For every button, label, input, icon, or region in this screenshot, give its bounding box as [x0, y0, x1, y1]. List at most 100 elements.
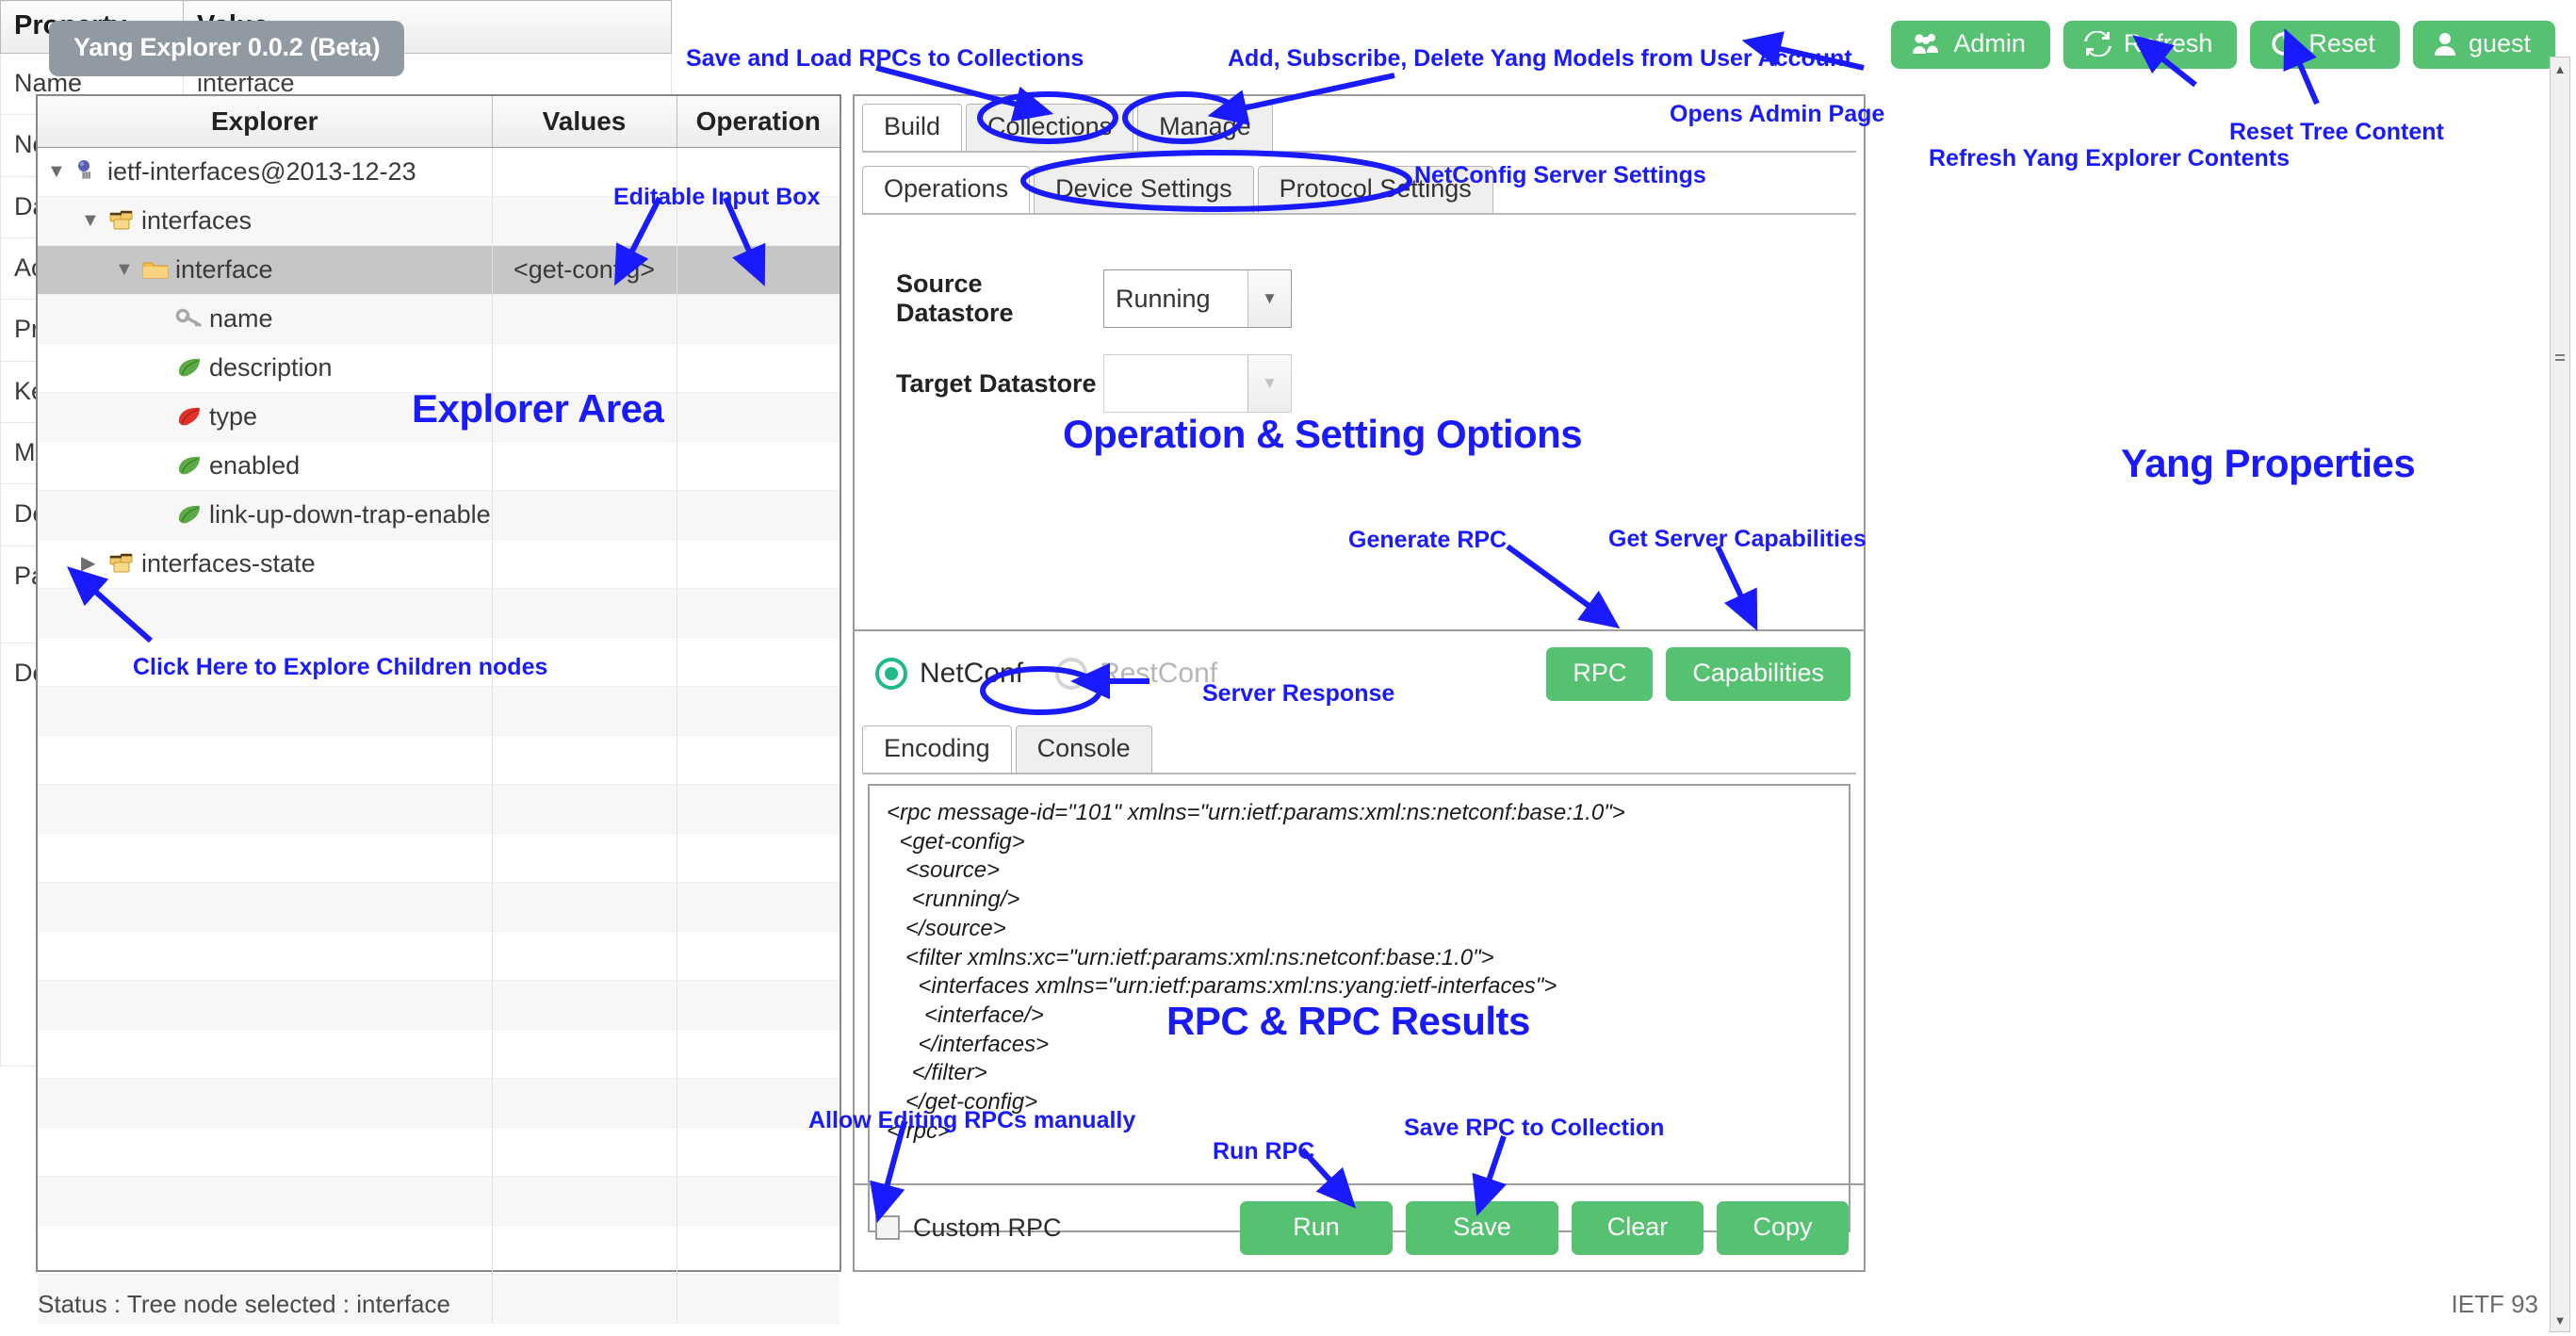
yang-explorer-app: Yang Explorer 0.0.2 (Beta) Admin Refresh…	[0, 0, 2576, 1336]
explorer-column-header[interactable]: Explorer	[38, 96, 493, 148]
tree-node-value[interactable]	[492, 343, 677, 393]
operation-column-header[interactable]: Operation	[677, 96, 840, 148]
rpc-button[interactable]: RPC	[1546, 646, 1654, 701]
scroll-thumb-grip[interactable]	[2555, 351, 2565, 364]
tree-node-interface[interactable]: interface <get-config>	[38, 245, 840, 295]
radio-restconf[interactable]: RestConf	[1055, 658, 1217, 690]
caret-down-icon[interactable]	[81, 211, 102, 230]
caret-down-icon[interactable]	[47, 162, 68, 181]
source-datastore-label: Source Datastore	[896, 269, 1014, 327]
tree-node-cell[interactable]: enabled	[38, 441, 493, 491]
tree-node-value[interactable]	[492, 490, 677, 540]
tree-node-operation[interactable]	[677, 294, 840, 344]
source-datastore-select[interactable]: Running ▼	[1103, 269, 1292, 328]
tab-encoding[interactable]: Encoding	[862, 725, 1012, 773]
reset-button[interactable]: Reset	[2250, 21, 2400, 69]
annotation-opens-admin-page: Opens Admin Page	[1670, 101, 1885, 127]
tab-device-settings[interactable]: Device Settings	[1034, 166, 1254, 213]
clear-button[interactable]: Clear	[1572, 1200, 1704, 1255]
tree-empty-cell	[677, 882, 840, 932]
tree-node-enabled[interactable]: enabled	[38, 441, 840, 491]
annotation-get-server-caps: Get Server Capabilities	[1608, 526, 1867, 552]
annotation-editable-input-box: Editable Input Box	[613, 184, 821, 210]
chevron-down-icon[interactable]: ▼	[1247, 355, 1291, 412]
tree-node-value[interactable]	[492, 539, 677, 589]
tree-empty-cell	[492, 1225, 677, 1275]
tree-empty-row	[38, 588, 840, 638]
admin-button-label: Admin	[1953, 29, 2026, 57]
tree-empty-row	[38, 1225, 840, 1275]
tree-empty-cell	[677, 1225, 840, 1275]
tree-empty-cell	[38, 686, 493, 736]
annotation-refresh-contents: Refresh Yang Explorer Contents	[1929, 145, 2290, 171]
tree-node-link-up-down-trap-enable[interactable]: link-up-down-trap-enable	[38, 490, 840, 540]
tree-node-label: enabled	[209, 450, 301, 480]
tree-empty-cell	[492, 735, 677, 785]
tree-node-operation[interactable]	[677, 343, 840, 393]
tree-node-name[interactable]: name	[38, 294, 840, 344]
tree-node-value[interactable]	[492, 441, 677, 491]
tree-empty-cell	[492, 882, 677, 932]
tree-node-cell[interactable]: ietf-interfaces@2013-12-23	[38, 147, 493, 197]
user-icon	[2434, 32, 2456, 56]
admin-button[interactable]: Admin	[1891, 21, 2050, 69]
tree-node-interfaces-state[interactable]: interfaces-state	[38, 539, 840, 589]
tree-node-cell[interactable]: name	[38, 294, 493, 344]
copy-button[interactable]: Copy	[1717, 1200, 1849, 1255]
tab-operations[interactable]: Operations	[862, 166, 1031, 213]
run-button[interactable]: Run	[1240, 1200, 1393, 1255]
tree-node-cell[interactable]: interface	[38, 245, 493, 295]
save-button[interactable]: Save	[1406, 1200, 1558, 1255]
tree-empty-cell	[677, 931, 840, 981]
tree-empty-cell	[492, 686, 677, 736]
custom-rpc-checkbox[interactable]	[875, 1215, 900, 1240]
target-datastore-select[interactable]: ▼	[1103, 354, 1292, 413]
tab-manage[interactable]: Manage	[1137, 104, 1273, 151]
radio-unselected-icon	[1055, 658, 1088, 690]
reset-icon	[2271, 31, 2296, 57]
status-text: Status : Tree node selected : interface	[38, 1289, 450, 1318]
tree-node-operation[interactable]	[677, 539, 840, 589]
tree-node-cell[interactable]: interfaces-state	[38, 539, 493, 589]
annotation-yang-properties: Yang Properties	[2121, 441, 2416, 485]
annotation-reset-tree-content: Reset Tree Content	[2229, 119, 2444, 145]
tab-console[interactable]: Console	[1015, 725, 1152, 773]
tree-node-value[interactable]: <get-config>	[492, 245, 677, 295]
caret-right-icon[interactable]	[81, 554, 102, 573]
console-tabs: Encoding Console	[855, 716, 1864, 773]
tree-node-operation[interactable]	[677, 441, 840, 491]
tree-node-cell[interactable]: description	[38, 343, 493, 393]
capabilities-button[interactable]: Capabilities	[1666, 646, 1850, 701]
tab-build[interactable]: Build	[862, 104, 963, 151]
tree-node-operation[interactable]	[677, 490, 840, 540]
user-button[interactable]: guest	[2412, 21, 2555, 69]
tree-empty-cell	[677, 686, 840, 736]
reset-button-label: Reset	[2308, 29, 2375, 57]
properties-scrollbar[interactable]: ▲ ▼	[2550, 57, 2570, 1332]
tree-node-value[interactable]	[492, 294, 677, 344]
annotation-add-subscribe-delete: Add, Subscribe, Delete Yang Models from …	[1228, 45, 1852, 72]
status-bar: Status : Tree node selected : interface …	[0, 1278, 2576, 1330]
custom-rpc-label: Custom RPC	[913, 1213, 1062, 1242]
refresh-button[interactable]: Refresh	[2062, 21, 2238, 69]
tree-empty-cell	[492, 1078, 677, 1128]
explorer-panel: Explorer Values Operation ietf-interface…	[36, 94, 841, 1324]
tree-node-cell[interactable]: link-up-down-trap-enable	[38, 490, 493, 540]
tree-empty-cell	[38, 980, 493, 1030]
user-button-label: guest	[2468, 29, 2531, 57]
tree-empty-cell	[38, 588, 493, 638]
radio-netconf[interactable]: NetConf	[875, 658, 1023, 690]
container-icon	[107, 551, 136, 576]
tree-empty-row	[38, 1127, 840, 1177]
sub-tabs: Operations Device Settings Protocol Sett…	[855, 153, 1864, 213]
tree-node-operation[interactable]	[677, 245, 840, 295]
caret-down-icon[interactable]	[115, 260, 136, 279]
tree-node-cell[interactable]: interfaces	[38, 196, 493, 246]
tree-node-description[interactable]: description	[38, 343, 840, 393]
chevron-down-icon[interactable]: ▼	[1247, 270, 1291, 327]
tab-collections[interactable]: Collections	[966, 104, 1134, 151]
scroll-up-icon[interactable]: ▲	[2551, 59, 2569, 78]
values-column-header[interactable]: Values	[492, 96, 677, 148]
annotation-run-rpc: Run RPC	[1213, 1138, 1315, 1165]
tree-node-operation[interactable]	[677, 392, 840, 442]
